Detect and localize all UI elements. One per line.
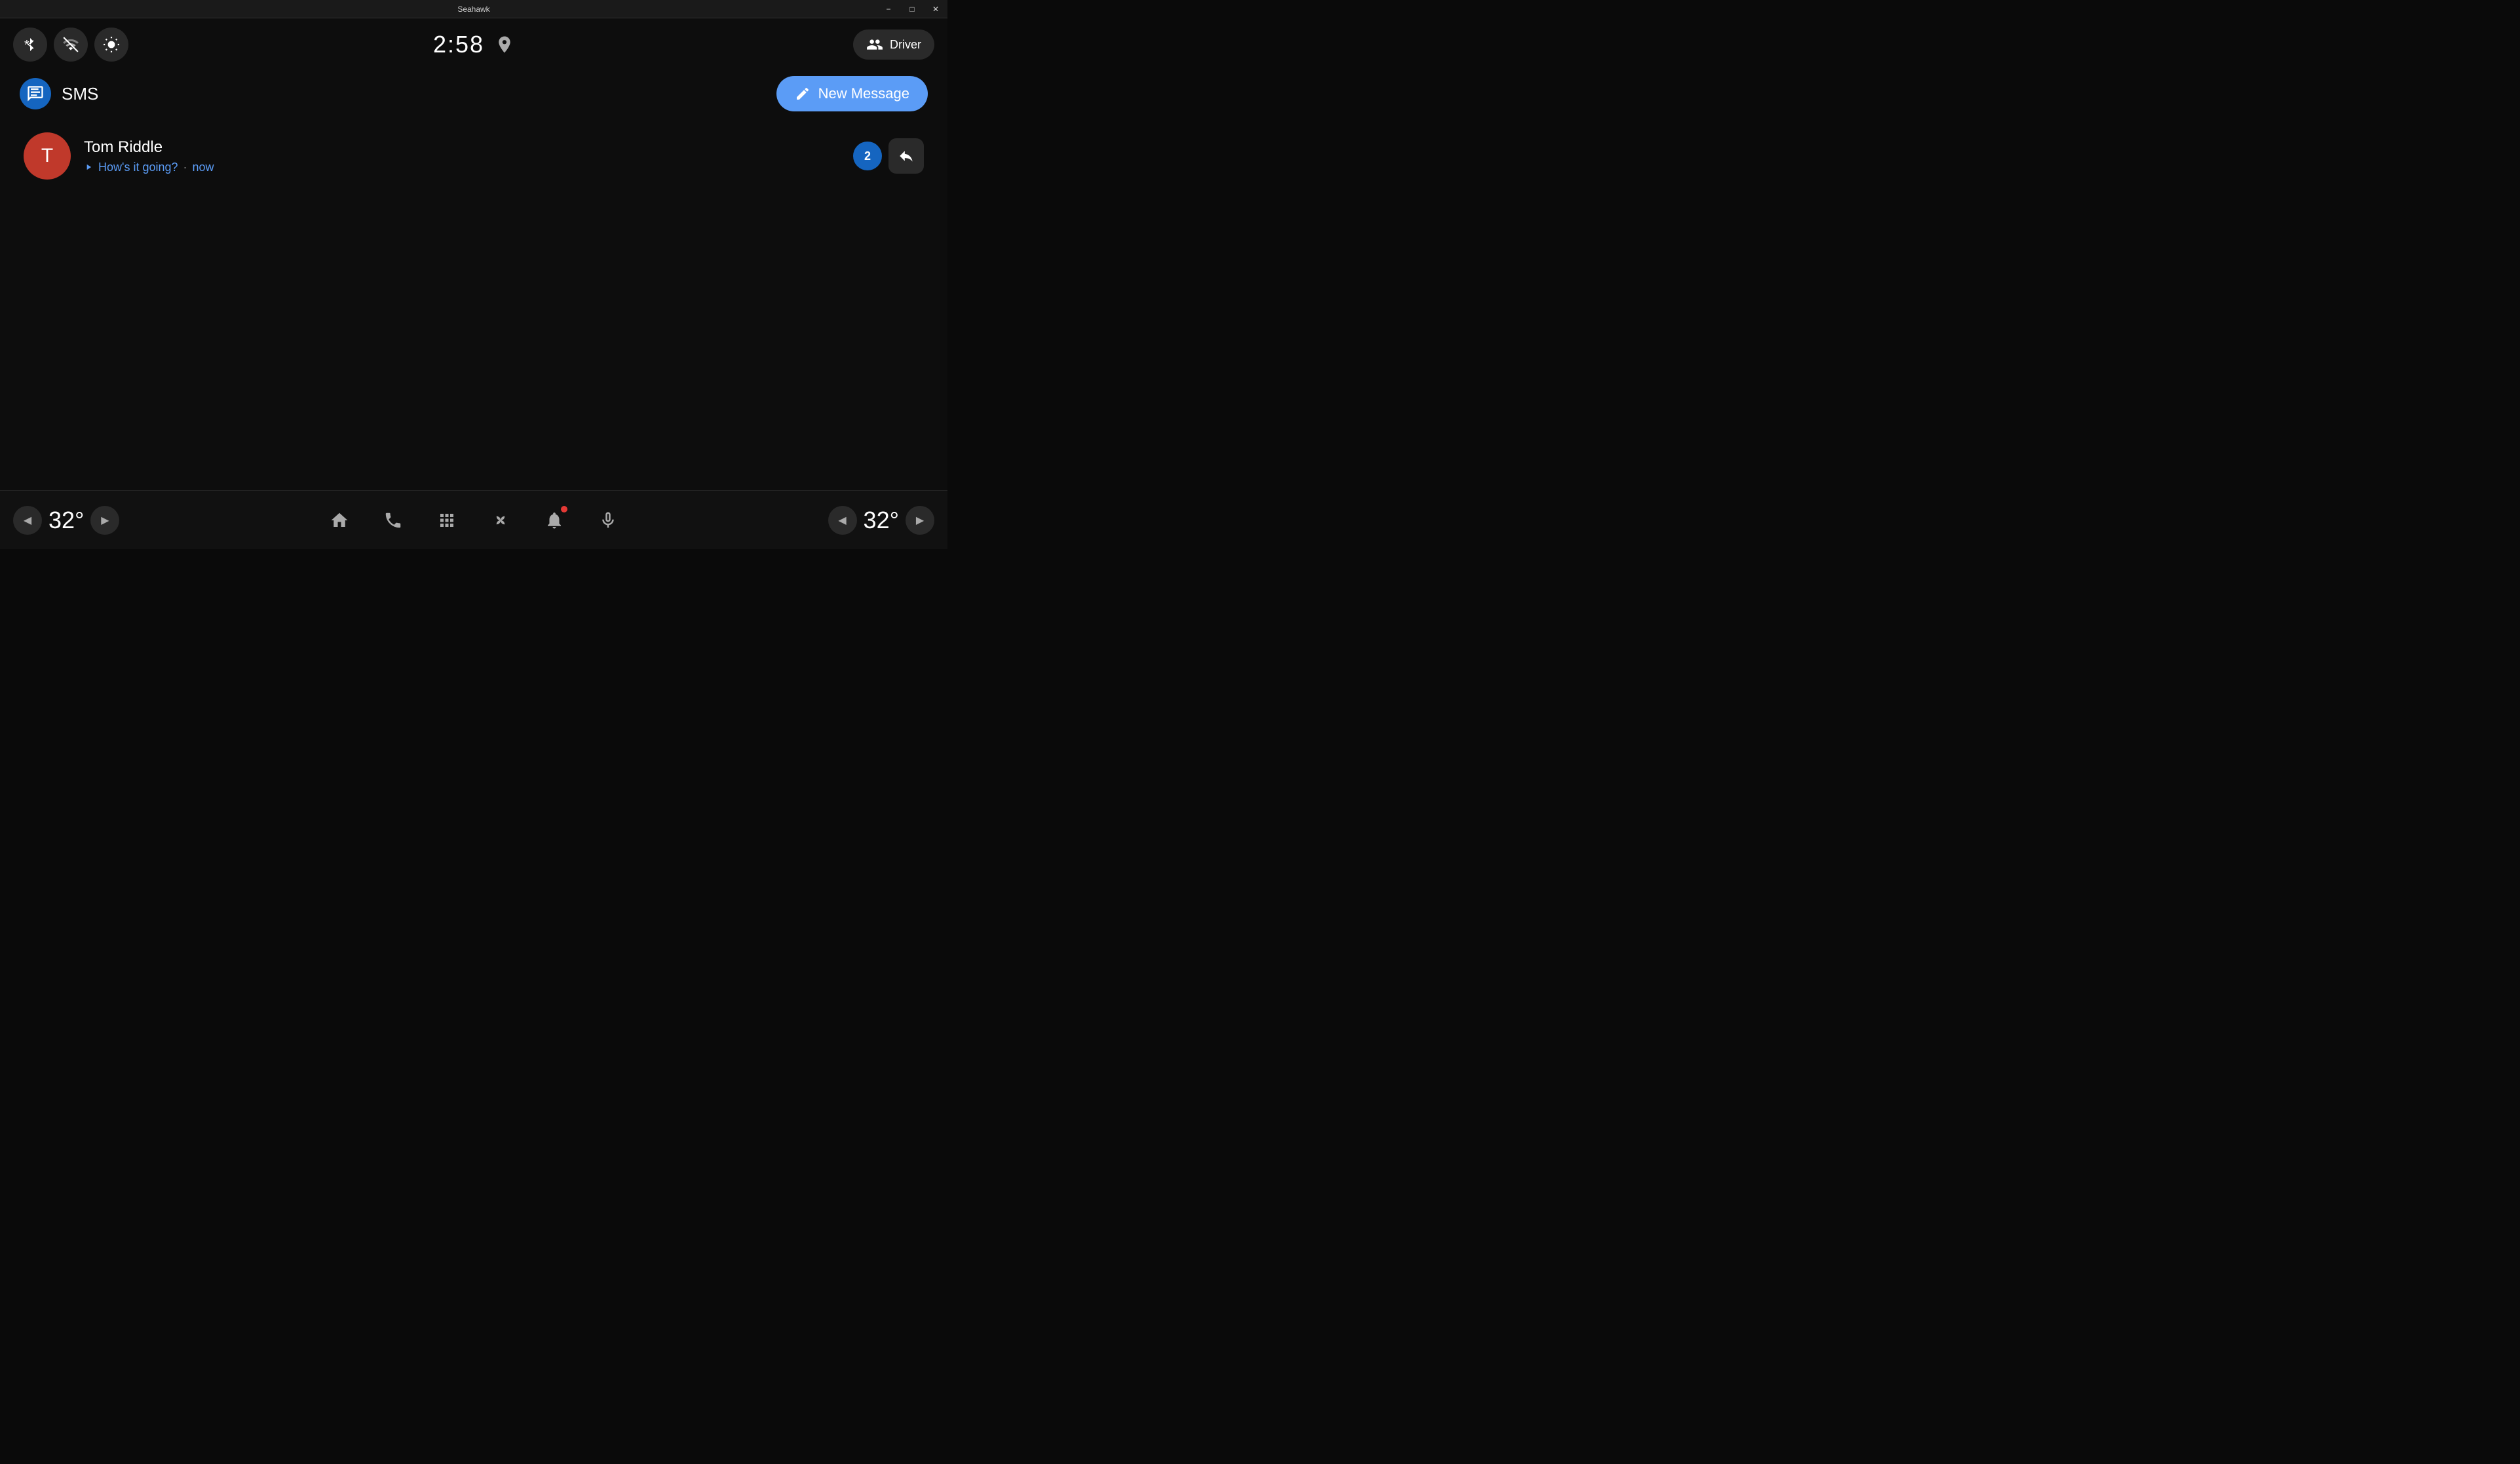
temp-right-left-arrow-icon: ◀ [838,514,846,527]
new-message-label: New Message [818,85,909,102]
messages-list: T Tom Riddle How's it going? · now 2 [0,117,947,490]
close-button[interactable]: ✕ [924,0,947,18]
svg-text:*: * [24,38,29,52]
grid-button[interactable] [430,503,464,537]
message-actions: 2 [853,138,924,174]
preview-text: How's it going? [98,161,178,174]
contact-avatar: T [24,132,71,180]
time-display: 2:58 [433,31,484,58]
right-arrow-icon: ▶ [101,514,109,527]
message-time: now [193,161,214,174]
mic-button[interactable] [591,503,625,537]
chat-icon [26,85,45,103]
reply-icon [898,147,915,164]
reply-button[interactable] [888,138,924,174]
main-content: * [0,18,947,549]
temp-left: ◀ 32° ▶ [13,506,119,535]
bottom-nav: ◀ 32° ▶ [0,490,947,549]
new-message-button[interactable]: New Message [776,76,928,111]
sms-app-icon [20,78,51,109]
home-button[interactable] [322,503,356,537]
title-bar: Seahawk − □ ✕ [0,0,947,18]
maximize-button[interactable]: □ [900,0,924,18]
driver-label: Driver [890,38,921,52]
temp-right-increase-button[interactable]: ▶ [906,506,934,535]
grid-icon [437,510,457,530]
notification-dot [561,506,567,512]
fan-button[interactable] [484,503,518,537]
app-title-area: SMS [20,78,98,109]
temp-right: ◀ 32° ▶ [828,506,934,535]
status-bar: * [0,18,947,71]
play-icon [84,163,93,172]
bluetooth-button[interactable]: * [13,28,47,62]
separator: · [183,161,187,174]
message-preview: How's it going? · now [84,161,853,174]
fan-icon [491,510,510,530]
bluetooth-icon: * [22,37,38,52]
mic-icon [598,510,618,530]
window-controls: − □ ✕ [877,0,947,18]
message-item[interactable]: T Tom Riddle How's it going? · now 2 [13,123,934,189]
driver-button[interactable]: Driver [853,29,934,60]
app-header: SMS New Message [0,71,947,117]
wifi-button[interactable] [54,28,88,62]
message-content: Tom Riddle How's it going? · now [84,138,853,174]
bell-icon [544,510,564,530]
minimize-button[interactable]: − [877,0,900,18]
phone-button[interactable] [376,503,410,537]
temp-left-decrease-button[interactable]: ◀ [13,506,42,535]
window-title: Seahawk [457,5,489,14]
brightness-button[interactable] [94,28,128,62]
temp-right-decrease-button[interactable]: ◀ [828,506,857,535]
nav-center [322,503,625,537]
unread-badge: 2 [853,142,882,170]
bell-button[interactable] [537,503,571,537]
wifi-icon [62,36,79,53]
temp-left-increase-button[interactable]: ▶ [90,506,119,535]
temp-right-right-arrow-icon: ▶ [916,514,924,527]
left-arrow-icon: ◀ [24,514,31,527]
center-status: 2:58 [433,31,514,58]
people-icon [866,36,883,53]
avatar-letter: T [41,145,53,167]
app-title: SMS [62,84,98,104]
contact-name: Tom Riddle [84,138,853,157]
phone-icon [383,510,403,530]
pencil-icon [795,86,811,102]
brightness-icon [103,36,120,53]
temp-left-value: 32° [48,507,84,534]
location-icon [495,35,514,54]
temp-right-value: 32° [864,507,899,534]
status-icons: * [13,28,128,62]
home-icon [330,510,349,530]
